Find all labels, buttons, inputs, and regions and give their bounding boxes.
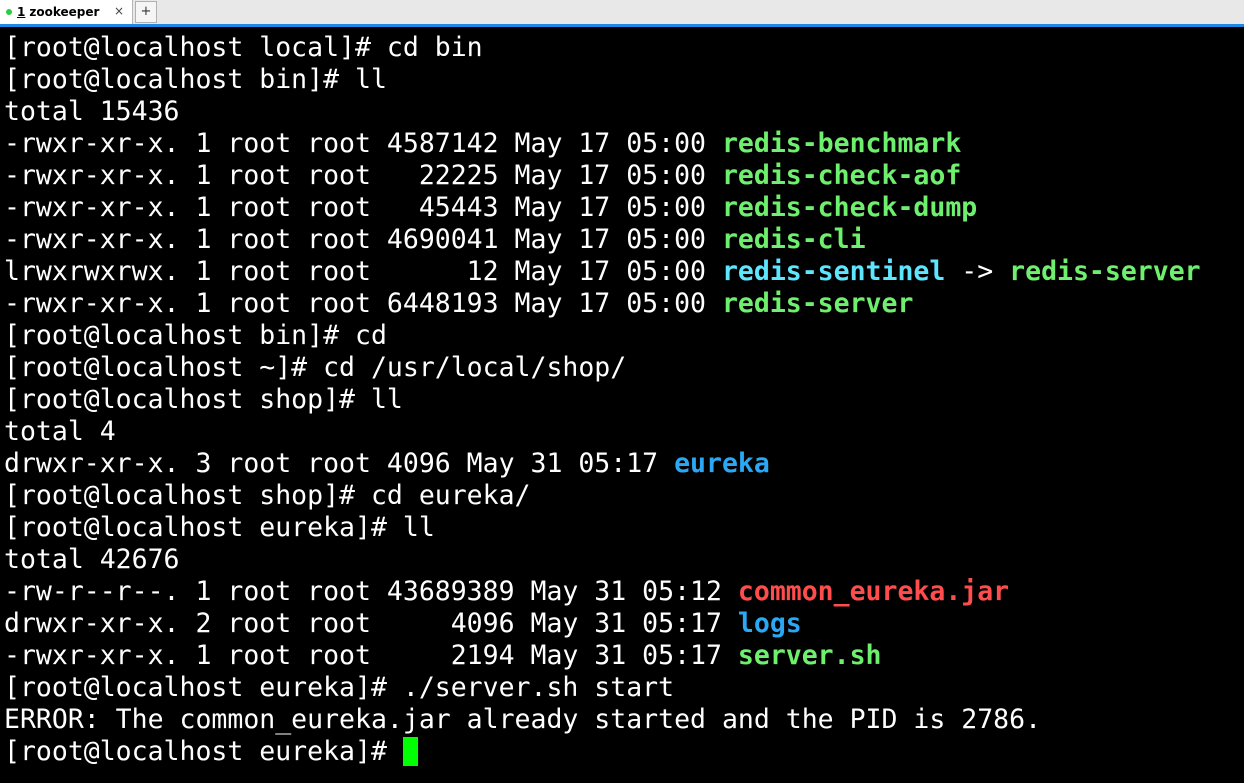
tab-title: zookeeper bbox=[29, 5, 100, 19]
terminal-line: [root@localhost shop]# cd eureka/ bbox=[4, 480, 531, 511]
terminal-line: [root@localhost eureka]# ./server.sh sta… bbox=[4, 672, 675, 703]
terminal-line: -rwxr-xr-x. 1 root root 22225 May 17 05:… bbox=[4, 160, 962, 191]
terminal-line: -rwxr-xr-x. 1 root root 6448193 May 17 0… bbox=[4, 288, 914, 319]
terminal-line: drwxr-xr-x. 3 root root 4096 May 31 05:1… bbox=[4, 448, 770, 479]
executable-filename: redis-check-dump bbox=[721, 192, 978, 223]
directory-filename: logs bbox=[737, 608, 802, 639]
tab-zookeeper[interactable]: 1 zookeeper × bbox=[0, 0, 133, 24]
text-cursor bbox=[402, 737, 418, 766]
terminal-prompt-line[interactable]: [root@localhost eureka]# bbox=[4, 736, 418, 768]
tab-number: 1 bbox=[17, 5, 26, 19]
executable-filename: server.sh bbox=[737, 640, 882, 671]
terminal-line: drwxr-xr-x. 2 root root 4096 May 31 05:1… bbox=[4, 608, 802, 639]
terminal-line: total 4 bbox=[4, 416, 116, 447]
terminal-line: -rwxr-xr-x. 1 root root 4690041 May 17 0… bbox=[4, 224, 866, 255]
executable-filename: redis-check-aof bbox=[721, 160, 962, 191]
tab-bar: 1 zookeeper × + bbox=[0, 0, 1244, 27]
terminal-line: [root@localhost ~]# cd /usr/local/shop/ bbox=[4, 352, 627, 383]
directory-filename: eureka bbox=[674, 448, 770, 479]
terminal-line: total 15436 bbox=[4, 96, 180, 127]
executable-filename: redis-server bbox=[721, 288, 914, 319]
symlink-arrow: -> bbox=[945, 256, 1010, 287]
terminal-output[interactable]: [root@localhost local]# cd bin [root@loc… bbox=[0, 27, 1244, 783]
executable-filename: redis-benchmark bbox=[721, 128, 962, 159]
terminal-line: [root@localhost local]# cd bin bbox=[4, 32, 483, 63]
symlink-target: redis-server bbox=[1009, 256, 1201, 287]
terminal-line: ERROR: The common_eureka.jar already sta… bbox=[4, 704, 1042, 735]
archive-filename: common_eureka.jar bbox=[737, 576, 1010, 607]
terminal-line: -rw-r--r--. 1 root root 43689389 May 31 … bbox=[4, 576, 1010, 607]
terminal-line: lrwxrwxrwx. 1 root root 12 May 17 05:00 … bbox=[4, 256, 1201, 287]
terminal-line: -rwxr-xr-x. 1 root root 4587142 May 17 0… bbox=[4, 128, 962, 159]
terminal-line: -rwxr-xr-x. 1 root root 45443 May 17 05:… bbox=[4, 192, 978, 223]
terminal-line: -rwxr-xr-x. 1 root root 2194 May 31 05:1… bbox=[4, 640, 882, 671]
terminal-line: [root@localhost eureka]# ll bbox=[4, 512, 435, 543]
terminal-line: [root@localhost bin]# cd bbox=[4, 320, 387, 351]
connection-status-icon bbox=[6, 9, 12, 15]
executable-filename: redis-cli bbox=[721, 224, 866, 255]
terminal-line: [root@localhost shop]# ll bbox=[4, 384, 403, 415]
terminal-line: [root@localhost bin]# ll bbox=[4, 64, 387, 95]
close-tab-icon[interactable]: × bbox=[114, 4, 124, 18]
new-tab-button[interactable]: + bbox=[135, 1, 157, 23]
symlink-filename: redis-sentinel bbox=[721, 256, 946, 287]
terminal-line: total 42676 bbox=[4, 544, 180, 575]
